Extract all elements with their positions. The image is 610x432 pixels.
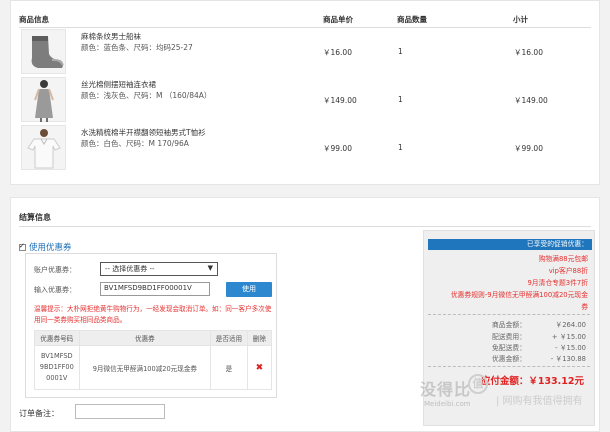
warning-tip: 温馨提示：大朴网拒绝黄牛购物行为，一经发现会取消订单。如：同一客户多次使用同一类… [34, 305, 272, 324]
watermark-domain: Meideibi.com [424, 400, 471, 408]
summary-row: 配送费用： + ￥15.00 [424, 331, 594, 341]
product-attrs: 颜色：白色、尺码：M 170/96A [81, 139, 189, 148]
col-delete: 删除 [246, 330, 273, 346]
col-coupon: 优惠券 [78, 330, 212, 346]
account-coupon-select[interactable]: -- 选择优惠券 -- ▼ [100, 262, 218, 276]
delete-icon[interactable]: ✖ [256, 363, 264, 373]
use-coupon-label: 使用优惠券 [29, 243, 72, 253]
use-coupon-button[interactable]: 使用 [226, 282, 272, 297]
header-product: 商品信息 [19, 15, 49, 24]
summary-row: 免配送费： - ￥15.00 [424, 342, 594, 352]
dropdown-arrow-icon: ▼ [207, 264, 213, 272]
summary-value: - ￥130.88 [550, 355, 586, 363]
coupon-code-cell: BV1MFSD 9BD1FF00 0001V [34, 345, 80, 390]
settlement-divider [19, 226, 591, 227]
socks-image[interactable] [21, 29, 66, 74]
product-name[interactable]: 麻棉条纹男士船袜 [81, 31, 141, 42]
header-divider [19, 27, 591, 28]
summary-divider [428, 366, 590, 367]
summary-label: 配送费用： [492, 333, 526, 341]
remark-input[interactable] [75, 404, 165, 419]
cart-item: 水洗精梳棉半开襟翻领短袖男式T恤衫 颜色：白色、尺码：M 170/96A ￥99… [19, 125, 591, 177]
coupon-applied-cell: 是 [210, 345, 248, 390]
promo-item: 券 [581, 303, 588, 311]
quantity: 1 [398, 47, 403, 56]
table-row: BV1MFSD 9BD1FF00 0001V 9月微信无甲醛满100减20元现金… [34, 345, 273, 390]
summary-label: 商品金额： [492, 321, 526, 329]
header-subtotal: 小计 [513, 15, 528, 24]
summary-row: 优惠金额： - ￥130.88 [424, 353, 594, 363]
subtotal: ￥149.00 [514, 96, 548, 105]
quantity: 1 [398, 143, 403, 152]
product-name[interactable]: 水洗精梳棉半开襟翻领短袖男式T恤衫 [81, 127, 206, 138]
promo-item: 优惠券规则-9月微信无甲醛满100减20元现金 [450, 291, 588, 299]
total-value: ￥133.12元 [528, 376, 584, 387]
summary-label: 优惠金额： [492, 355, 526, 363]
coupon-box: 账户优惠券： -- 选择优惠券 -- ▼ 输入优惠券： BV1MFSD9BD1F… [25, 253, 277, 398]
summary-label: 免配送费： [492, 344, 526, 352]
promo-item: 购物满88元包邮 [538, 255, 588, 263]
coupon-code-line: BV1MFSD [40, 352, 73, 360]
header-qty: 商品数量 [397, 15, 427, 24]
cart-item: 麻棉条纹男士船袜 颜色：蓝色条、尺码：均码25-27 ￥16.00 1 ￥16.… [19, 29, 591, 81]
watermark-logo-icon: 值 [468, 374, 488, 394]
total-amount: 应付金额：￥133.12元 [481, 373, 584, 387]
account-coupon-value: -- 选择优惠券 -- [105, 265, 155, 273]
product-attrs: 颜色：蓝色条、尺码：均码25-27 [81, 43, 193, 52]
settlement-title: 结算信息 [19, 213, 51, 222]
remark-label: 订单备注： [19, 409, 59, 418]
subtotal: ￥99.00 [514, 144, 543, 153]
dress-image[interactable] [21, 77, 66, 122]
coupon-table: 优惠券号码 优惠券 是否适用 删除 BV1MFSD 9BD1FF00 0001V… [34, 330, 273, 390]
goods-panel: 商品信息 商品单价 商品数量 小计 麻棉条纹男士船袜 颜色：蓝色条、尺码：均码2… [10, 0, 600, 185]
total-label: 应付金额： [480, 376, 529, 387]
subtotal: ￥16.00 [514, 48, 543, 57]
unit-price: ￥16.00 [323, 48, 352, 57]
product-name[interactable]: 丝光棉侧摆短袖连衣裙 [81, 79, 156, 90]
delete-cell: ✖ [246, 345, 273, 390]
summary-value: + ￥15.00 [551, 333, 586, 341]
coupon-name-cell: 9月微信无甲醛满100减20元现金券 [78, 345, 212, 390]
account-coupon-label: 账户优惠券： [34, 266, 76, 274]
col-applied: 是否适用 [210, 330, 248, 346]
coupon-code-line: 9BD1FF00 [39, 363, 74, 371]
summary-divider [428, 314, 590, 315]
unit-price: ￥149.00 [323, 96, 357, 105]
col-code: 优惠券号码 [34, 330, 80, 346]
input-coupon-label: 输入优惠券： [34, 286, 76, 294]
watermark-slogan: | 网购有我值得拥有 [496, 396, 583, 407]
quantity: 1 [398, 95, 403, 104]
header-price: 商品单价 [323, 15, 353, 24]
coupon-code-line: 0001V [46, 374, 68, 382]
coupon-code-input[interactable]: BV1MFSD9BD1FF00001V [100, 282, 210, 296]
checkbox-icon[interactable] [19, 242, 26, 251]
watermark-text: 没得比 [420, 380, 472, 399]
product-attrs: 颜色：浅灰色、尺码：M （160/84A） [81, 91, 212, 100]
use-coupon-checkbox[interactable]: 使用优惠券 [19, 241, 72, 253]
cart-item: 丝光棉侧摆短袖连衣裙 颜色：浅灰色、尺码：M （160/84A） ￥149.00… [19, 77, 591, 129]
summary-value: - ￥15.00 [555, 344, 586, 352]
unit-price: ￥99.00 [323, 144, 352, 153]
promo-item: vip客户88折 [548, 267, 588, 275]
promo-header: 已享受的促销优惠： [428, 239, 592, 250]
tshirt-image[interactable] [21, 125, 66, 170]
promo-item: 9月清仓专题3件7折 [527, 279, 588, 287]
summary-value: ￥264.00 [555, 321, 586, 329]
summary-row: 商品金额： ￥264.00 [424, 319, 594, 329]
